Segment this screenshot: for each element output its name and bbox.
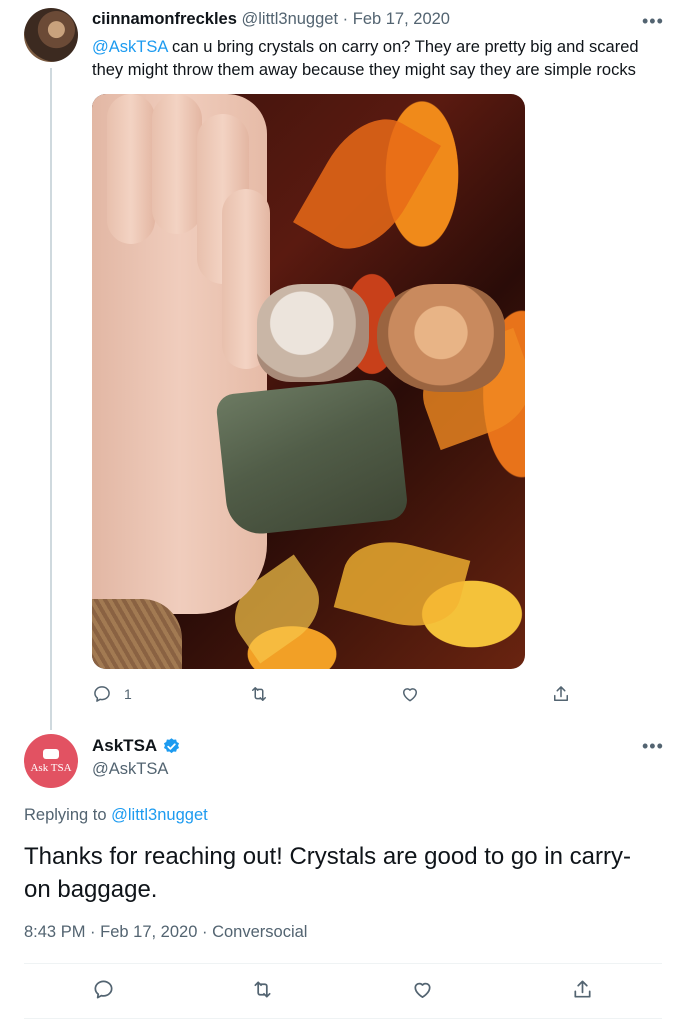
tweet-text: @AskTSA can u bring crystals on carry on… <box>92 36 662 82</box>
retweet-button[interactable] <box>251 978 274 1001</box>
reply-text: Thanks for reaching out! Crystals are go… <box>24 843 631 903</box>
asktsa-avatar[interactable]: Ask TSA <box>24 734 78 788</box>
fabric-pattern <box>293 100 441 268</box>
tweet-time[interactable]: 8:43 PM <box>24 923 85 941</box>
tweet-date[interactable]: Feb 17, 2020 <box>353 10 450 28</box>
tweet-meta: 8:43 PM · Feb 17, 2020 · Conversocial <box>24 923 307 942</box>
like-icon <box>403 688 417 702</box>
separator: · <box>342 10 349 28</box>
like-button[interactable] <box>411 978 434 1001</box>
like-icon <box>414 982 431 999</box>
crystal-rock-white <box>257 284 369 382</box>
user-handle[interactable]: @littl3nugget <box>241 10 338 28</box>
verified-badge-icon <box>164 737 180 753</box>
tweet-source[interactable]: Conversocial <box>212 923 307 941</box>
user-handle[interactable]: @AskTSA <box>92 760 168 779</box>
share-icon <box>574 980 591 998</box>
tweet-photo[interactable] <box>92 94 525 669</box>
divider <box>24 963 662 964</box>
finger <box>107 94 155 244</box>
reply-icon <box>94 686 110 702</box>
divider <box>24 1018 662 1019</box>
reply-count: 1 <box>124 686 132 702</box>
crystal-rock-green <box>215 376 409 538</box>
share-icon <box>554 686 568 701</box>
tweet-date[interactable]: Feb 17, 2020 <box>100 923 197 941</box>
tweet-body: can u bring crystals on carry on? They a… <box>92 38 639 79</box>
display-name[interactable]: ciinnamonfreckles <box>92 10 237 28</box>
reply-icon <box>94 980 113 999</box>
reply-display-name-row[interactable]: AskTSA <box>92 736 181 756</box>
retweet-icon <box>254 981 271 998</box>
chat-bubble-icon <box>43 748 59 759</box>
reply-button[interactable] <box>92 978 115 1001</box>
avatar-brand-text: Ask TSA <box>30 761 72 774</box>
like-button[interactable] <box>400 684 420 704</box>
retweet-icon <box>252 687 266 701</box>
fabric-pattern <box>333 529 471 639</box>
crystal-rock-orange <box>377 284 505 392</box>
separator: · <box>90 923 96 941</box>
reply-button[interactable]: 1 <box>92 684 132 704</box>
user-avatar[interactable] <box>24 8 78 62</box>
replying-prefix: Replying to <box>24 806 112 824</box>
replying-to: Replying to @littl3nugget <box>24 806 208 825</box>
separator: · <box>201 923 208 941</box>
thread-line <box>50 68 52 730</box>
sweater-sleeve <box>92 599 182 669</box>
tweet-header: ciinnamonfreckles @littl3nugget · Feb 17… <box>92 10 450 29</box>
share-button[interactable] <box>551 684 571 704</box>
replying-to-link[interactable]: @littl3nugget <box>111 806 208 824</box>
finger <box>152 94 202 234</box>
share-button[interactable] <box>571 978 594 1001</box>
more-options-icon[interactable]: ••• <box>642 12 664 30</box>
retweet-button[interactable] <box>249 684 269 704</box>
more-options-icon[interactable]: ••• <box>642 737 664 755</box>
display-name[interactable]: AskTSA <box>92 736 157 756</box>
mention-link[interactable]: @AskTSA <box>92 38 167 56</box>
